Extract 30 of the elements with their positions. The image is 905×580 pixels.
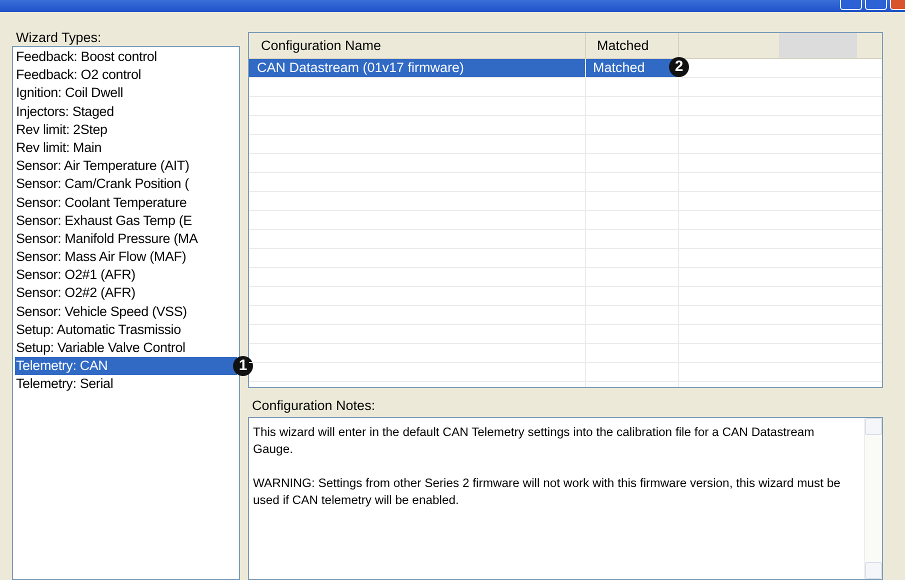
column-header[interactable]: Configuration Name — [249, 33, 586, 58]
table-cell: CAN Datastream (01v17 firmware) — [249, 59, 586, 77]
list-item[interactable]: Feedback: O2 control — [15, 66, 237, 84]
list-item[interactable]: Rev limit: Main — [15, 138, 237, 158]
list-item[interactable]: Sensor: Air Temperature (AIT) — [15, 157, 237, 176]
list-item[interactable]: Sensor: Exhaust Gas Temp (E — [15, 212, 237, 230]
list-item[interactable]: Sensor: O2#1 (AFR) — [15, 266, 237, 284]
list-item[interactable]: Rev limit: 2Step — [15, 120, 237, 139]
window-button[interactable] — [890, 0, 905, 10]
window-button[interactable] — [865, 0, 887, 10]
notes-paragraph: This wizard will enter in the default CAN Telemetry settings into the calibration file for a CAN Datastream Gauge. — [253, 424, 816, 458]
scrollbar[interactable] — [864, 418, 882, 579]
list-item[interactable]: Injectors: Staged — [15, 102, 237, 121]
list-item[interactable]: Sensor: Vehicle Speed (VSS) — [15, 302, 237, 321]
list-item[interactable]: Sensor: Coolant Temperature — [15, 194, 237, 212]
notes-label: Configuration Notes: — [251, 397, 376, 415]
table-row[interactable]: CAN Datastream (01v17 firmware) Matched 2 — [249, 59, 882, 78]
notes-paragraph: WARNING: Settings from other Series 2 firmware will not work with this firmware version, this wizard must be used if CAN telemetry will be enabled. — [253, 475, 842, 509]
list-item[interactable]: Telemetry: CAN — [15, 357, 237, 376]
window-button[interactable] — [840, 0, 862, 10]
list-item[interactable]: Ignition: Coil Dwell — [15, 84, 237, 103]
list-item[interactable]: Sensor: Mass Air Flow (MAF) — [15, 248, 237, 266]
list-item[interactable]: Feedback: Boost control — [15, 48, 237, 66]
list-item[interactable]: Setup: Variable Valve Control — [15, 339, 237, 358]
list-item[interactable]: Sensor: Manifold Pressure (MA — [15, 230, 237, 248]
list-item[interactable]: Sensor: Cam/Crank Position ( — [15, 175, 237, 194]
list-item[interactable]: Setup: Automatic Trasmissio — [15, 320, 237, 339]
list-item[interactable]: Telemetry: Serial — [15, 375, 237, 394]
list-label: Wizard Types: — [15, 29, 102, 47]
list-item[interactable]: Sensor: O2#2 (AFR) — [15, 284, 237, 303]
